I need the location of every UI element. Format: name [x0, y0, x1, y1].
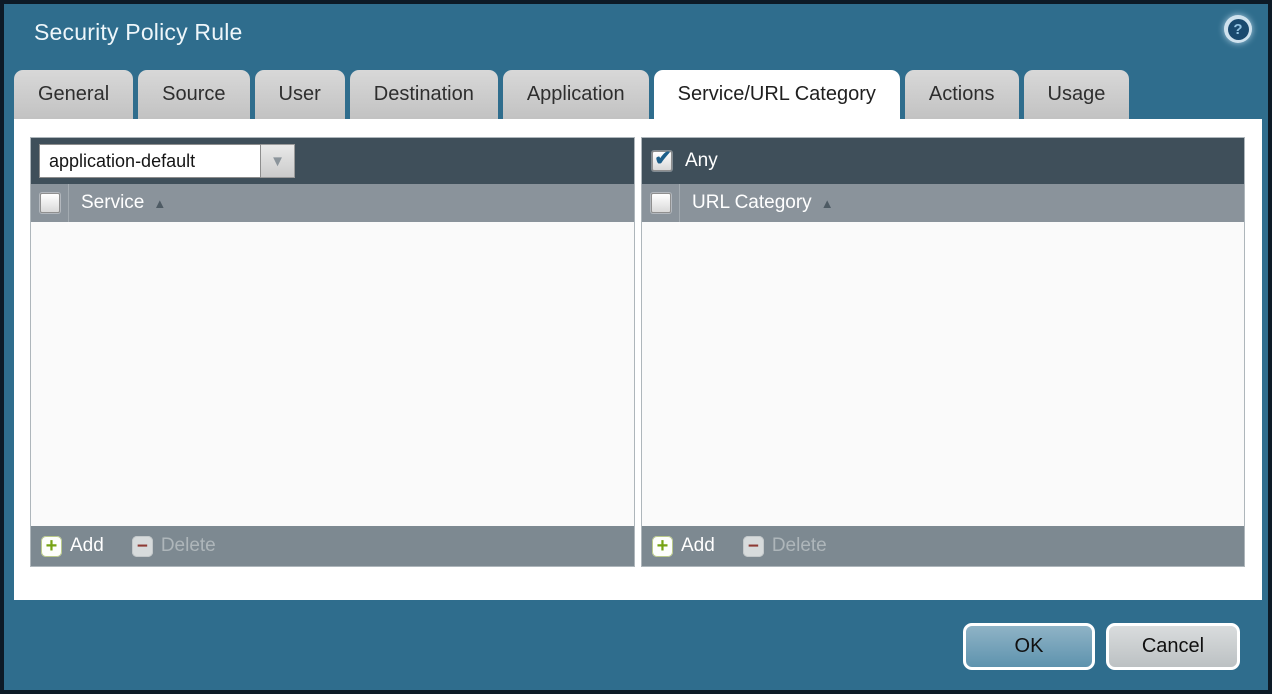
delete-icon: −: [132, 536, 153, 557]
url-category-list: [642, 222, 1244, 526]
url-category-column-header[interactable]: URL Category ▲: [642, 184, 1244, 222]
url-category-delete-button[interactable]: − Delete: [743, 535, 827, 557]
tab-user[interactable]: User: [255, 70, 345, 119]
url-category-select-all-cell: [642, 184, 680, 222]
service-panel: application-default ▼ Service ▲ + Add: [30, 137, 635, 567]
delete-label: Delete: [772, 535, 827, 557]
service-panel-header: application-default ▼: [31, 138, 634, 184]
tab-destination[interactable]: Destination: [350, 70, 498, 119]
tab-actions[interactable]: Actions: [905, 70, 1019, 119]
tab-source[interactable]: Source: [138, 70, 249, 119]
sort-asc-icon: ▲: [821, 196, 834, 211]
help-icon: ?: [1228, 19, 1249, 40]
tab-general[interactable]: General: [14, 70, 133, 119]
tab-application[interactable]: Application: [503, 70, 649, 119]
tab-content-area: application-default ▼ Service ▲ + Add: [14, 119, 1262, 600]
any-label: Any: [685, 150, 718, 172]
delete-icon: −: [743, 536, 764, 557]
url-category-panel-footer: + Add − Delete: [642, 526, 1244, 566]
cancel-button[interactable]: Cancel: [1106, 623, 1240, 670]
add-label: Add: [681, 535, 715, 557]
add-icon: +: [652, 536, 673, 557]
service-panel-footer: + Add − Delete: [31, 526, 634, 566]
service-delete-button[interactable]: − Delete: [132, 535, 216, 557]
url-category-column-label: URL Category: [692, 192, 812, 214]
service-column-header[interactable]: Service ▲: [31, 184, 634, 222]
checkmark-icon: ✔: [654, 148, 672, 169]
tab-usage[interactable]: Usage: [1024, 70, 1130, 119]
sort-asc-icon: ▲: [153, 196, 166, 211]
service-add-button[interactable]: + Add: [41, 535, 104, 557]
any-checkbox[interactable]: ✔: [652, 151, 672, 171]
service-list: [31, 222, 634, 526]
service-type-value[interactable]: application-default: [39, 144, 261, 178]
service-type-dropdown[interactable]: application-default ▼: [39, 144, 295, 178]
url-category-select-all-checkbox[interactable]: [651, 193, 671, 213]
chevron-down-icon: ▼: [270, 153, 285, 170]
url-category-panel-header: ✔ Any: [642, 138, 1244, 184]
service-select-all-checkbox[interactable]: [40, 193, 60, 213]
url-category-add-button[interactable]: + Add: [652, 535, 715, 557]
url-category-panel: ✔ Any URL Category ▲ + Add −: [641, 137, 1245, 567]
help-button[interactable]: ?: [1224, 15, 1252, 43]
dropdown-button[interactable]: ▼: [261, 144, 295, 178]
dialog-title: Security Policy Rule: [34, 19, 243, 46]
delete-label: Delete: [161, 535, 216, 557]
ok-button[interactable]: OK: [963, 623, 1095, 670]
service-select-all-cell: [31, 184, 69, 222]
security-policy-rule-dialog: Security Policy Rule ? General Source Us…: [4, 4, 1268, 690]
add-icon: +: [41, 536, 62, 557]
add-label: Add: [70, 535, 104, 557]
tab-strip: General Source User Destination Applicat…: [14, 70, 1129, 121]
any-row: ✔ Any: [642, 150, 718, 172]
tab-service-url-category[interactable]: Service/URL Category: [654, 70, 900, 121]
service-column-label: Service: [81, 192, 144, 214]
